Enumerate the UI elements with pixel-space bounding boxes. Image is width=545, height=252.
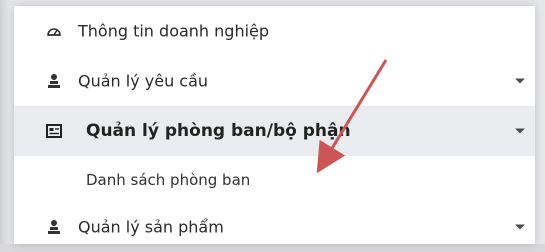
menu-item-label: Quản lý sản phẩm <box>78 217 224 237</box>
chevron-down-icon[interactable] <box>515 128 525 134</box>
menu-item-request-management[interactable]: Quản lý yêu cầu <box>14 56 535 106</box>
menu-item-department-management[interactable]: Quản lý phòng ban/bộ phận <box>14 106 535 156</box>
window-frame: Thông tin doanh nghiệp Quản lý yêu cầu Q… <box>0 0 545 244</box>
user-stack-icon <box>46 73 62 89</box>
submenu-item-label: Danh sách phòng ban <box>86 171 251 189</box>
chevron-down-icon[interactable] <box>515 224 525 230</box>
menu-item-label: Quản lý phòng ban/bộ phận <box>86 121 351 141</box>
user-stack-icon <box>46 219 62 235</box>
menu-item-company-info[interactable]: Thông tin doanh nghiệp <box>14 6 535 56</box>
menu-item-label: Thông tin doanh nghiệp <box>78 21 270 41</box>
id-card-icon <box>46 123 62 139</box>
menu-item-label: Quản lý yêu cầu <box>78 71 209 91</box>
submenu-item-department-list[interactable]: Danh sách phòng ban <box>14 156 535 204</box>
speedometer-icon <box>46 23 62 39</box>
chevron-down-icon[interactable] <box>515 78 525 84</box>
sidebar-menu: Thông tin doanh nghiệp Quản lý yêu cầu Q… <box>14 6 535 244</box>
menu-item-product-management[interactable]: Quản lý sản phẩm <box>14 202 535 252</box>
